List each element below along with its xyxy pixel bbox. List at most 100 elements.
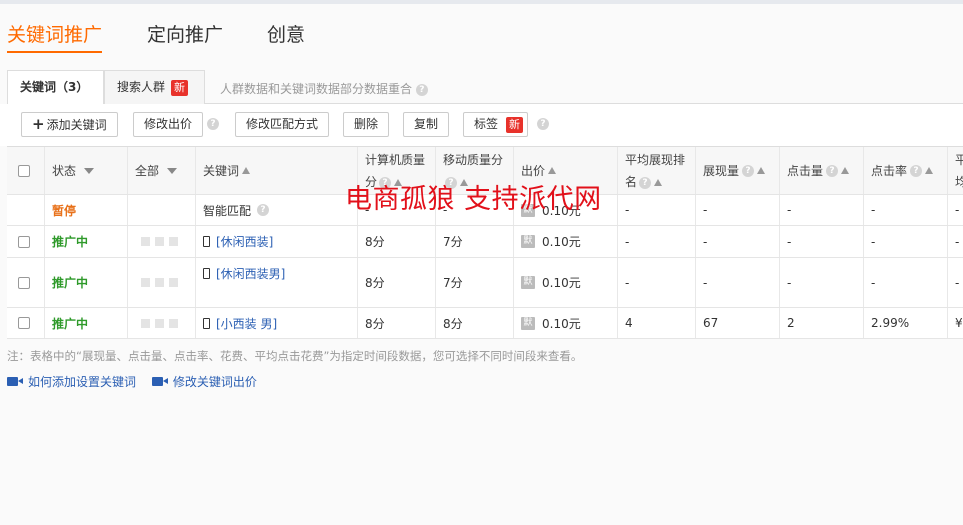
copy-button[interactable]: 复制 bbox=[403, 112, 450, 137]
pc-quality-cell: 8分 bbox=[358, 226, 436, 257]
status-text: 推广中 bbox=[52, 316, 89, 331]
status-cell: 推广中 bbox=[45, 258, 128, 307]
keyword-link[interactable]: [小西装 男] bbox=[216, 315, 277, 332]
new-badge: 新 bbox=[506, 116, 524, 133]
header-keyword[interactable]: 关键词 bbox=[196, 147, 358, 194]
sort-icon bbox=[841, 167, 850, 174]
avg-rank-cell: - bbox=[618, 226, 696, 257]
caret-down-icon bbox=[167, 167, 178, 174]
header-select-cell bbox=[7, 147, 45, 194]
help-icon[interactable]: ? bbox=[537, 118, 549, 130]
tab-keyword-promotion[interactable]: 关键词推广 bbox=[7, 20, 103, 53]
pc-quality-cell: 8分 bbox=[358, 258, 436, 307]
data-overlap-note: 人群数据和关键词数据部分数据重合 ? bbox=[220, 80, 428, 97]
help-link-label: 修改关键词出价 bbox=[172, 375, 257, 389]
header-status[interactable]: 状态 bbox=[45, 147, 128, 194]
delete-button[interactable]: 删除 bbox=[343, 112, 390, 137]
mobile-quality-cell: 7分 bbox=[436, 258, 514, 307]
tag-button[interactable]: 标签新 bbox=[463, 112, 529, 137]
header-impressions-label: 展现量 bbox=[703, 163, 740, 178]
header-status-label: 状态 bbox=[52, 163, 77, 178]
help-link-label: 如何添加设置关键词 bbox=[28, 375, 137, 389]
mobile-quality-cell: 7分 bbox=[436, 226, 514, 257]
sort-icon bbox=[548, 167, 557, 174]
help-icon[interactable]: ? bbox=[257, 204, 270, 216]
sort-icon bbox=[925, 167, 934, 174]
row-select-cell bbox=[7, 226, 45, 257]
modify-match-button[interactable]: 修改匹配方式 bbox=[235, 112, 330, 137]
status-cell: 暂停 bbox=[45, 195, 128, 225]
modify-bid-help-link[interactable]: 修改关键词出价 bbox=[151, 373, 257, 390]
header-all-label: 全部 bbox=[135, 163, 160, 178]
header-cost-label: 平均点击花费 bbox=[955, 153, 963, 189]
row-checkbox[interactable] bbox=[18, 317, 30, 329]
keyword-cell[interactable]: [休闲西装] bbox=[196, 226, 358, 257]
bid-cell[interactable]: 默 0.10元 bbox=[514, 226, 618, 257]
keyword-link[interactable]: [休闲西装男] bbox=[216, 267, 285, 281]
bid-text: 0.10元 bbox=[542, 235, 581, 249]
header-mobile-quality-label: 移动质量分 bbox=[443, 153, 504, 167]
tab-search-crowd-label: 搜索人群 bbox=[117, 80, 166, 94]
status-cell: 推广中 bbox=[45, 226, 128, 257]
help-icon[interactable]: ? bbox=[910, 164, 923, 177]
ctr-cell: 2.99% bbox=[864, 308, 948, 338]
row-checkbox[interactable] bbox=[18, 276, 30, 289]
avg-rank-cell: 4 bbox=[618, 308, 696, 338]
help-icon[interactable]: ? bbox=[826, 164, 839, 177]
all-cell bbox=[128, 195, 196, 225]
bid-cell[interactable]: 默 0.10元 bbox=[514, 308, 618, 338]
price-icon: 默 bbox=[521, 276, 535, 289]
sub-tabs: 关键词（3） 搜索人群新 人群数据和关键词数据部分数据重合 ? bbox=[7, 70, 963, 105]
sort-icon bbox=[757, 167, 766, 174]
keyword-cell[interactable]: [小西装 男] bbox=[196, 308, 358, 338]
status-text: 推广中 bbox=[52, 235, 89, 249]
add-keyword-button[interactable]: + 添加关键词 bbox=[21, 112, 118, 137]
tab-keywords-label: 关键词（3） bbox=[20, 80, 89, 94]
impressions-cell: 67 bbox=[696, 308, 780, 338]
cost-cell: - bbox=[955, 234, 960, 249]
table-row: 推广中 [休闲西装男] 8分 7分 默 0.10元 - - - - - bbox=[7, 258, 963, 308]
pc-quality-cell: 8分 bbox=[358, 308, 436, 338]
row-checkbox[interactable] bbox=[18, 235, 30, 248]
video-icon bbox=[151, 377, 168, 386]
modify-bid-button[interactable]: 修改出价 bbox=[133, 112, 204, 137]
status-text: 推广中 bbox=[52, 276, 89, 290]
header-all[interactable]: 全部 bbox=[128, 147, 196, 194]
tab-targeted-promotion[interactable]: 定向推广 bbox=[147, 20, 223, 50]
header-cost[interactable]: 平均点击花费 bbox=[948, 147, 963, 194]
header-keyword-label: 关键词 bbox=[203, 163, 240, 178]
keyword-link[interactable]: [休闲西装] bbox=[216, 233, 273, 250]
tag-label: 标签 bbox=[474, 117, 499, 131]
ctr-cell: - bbox=[864, 258, 948, 307]
header-clicks[interactable]: 点击量? bbox=[780, 147, 864, 194]
data-overlap-note-text: 人群数据和关键词数据部分数据重合 bbox=[220, 82, 413, 96]
placeholder-square bbox=[141, 318, 150, 328]
header-avg-rank[interactable]: 平均展现排名? bbox=[618, 147, 696, 194]
toolbar: + 添加关键词 修改出价 ? 修改匹配方式 删除 复制 标签新 ? bbox=[0, 104, 963, 146]
price-icon: 默 bbox=[521, 316, 535, 330]
placeholder-square bbox=[141, 278, 150, 287]
all-cell bbox=[128, 258, 196, 307]
header-ctr[interactable]: 点击率? bbox=[864, 147, 948, 194]
price-icon: 默 bbox=[521, 235, 535, 248]
header-impressions[interactable]: 展现量? bbox=[696, 147, 780, 194]
placeholder-square bbox=[155, 318, 164, 328]
tab-keywords[interactable]: 关键词（3） bbox=[7, 70, 104, 105]
mobile-icon bbox=[203, 236, 210, 247]
all-cell bbox=[128, 226, 196, 257]
add-keyword-help-link[interactable]: 如何添加设置关键词 bbox=[7, 373, 136, 390]
avg-rank-cell: - bbox=[618, 195, 696, 225]
bid-text: 0.10元 bbox=[542, 276, 581, 290]
tab-creative[interactable]: 创意 bbox=[267, 20, 305, 50]
keyword-cell[interactable]: [休闲西装男] bbox=[196, 258, 358, 307]
help-icon[interactable]: ? bbox=[742, 164, 755, 177]
ctr-cell: - bbox=[864, 226, 948, 257]
bid-cell[interactable]: 默 0.10元 bbox=[514, 258, 618, 307]
tab-search-crowd[interactable]: 搜索人群新 bbox=[104, 70, 205, 104]
placeholder-square bbox=[155, 278, 164, 287]
help-icon[interactable]: ? bbox=[639, 176, 652, 189]
help-icon[interactable]: ? bbox=[415, 83, 428, 96]
help-icon[interactable]: ? bbox=[207, 118, 219, 130]
placeholder-square bbox=[169, 237, 178, 246]
select-all-checkbox[interactable] bbox=[18, 164, 30, 177]
